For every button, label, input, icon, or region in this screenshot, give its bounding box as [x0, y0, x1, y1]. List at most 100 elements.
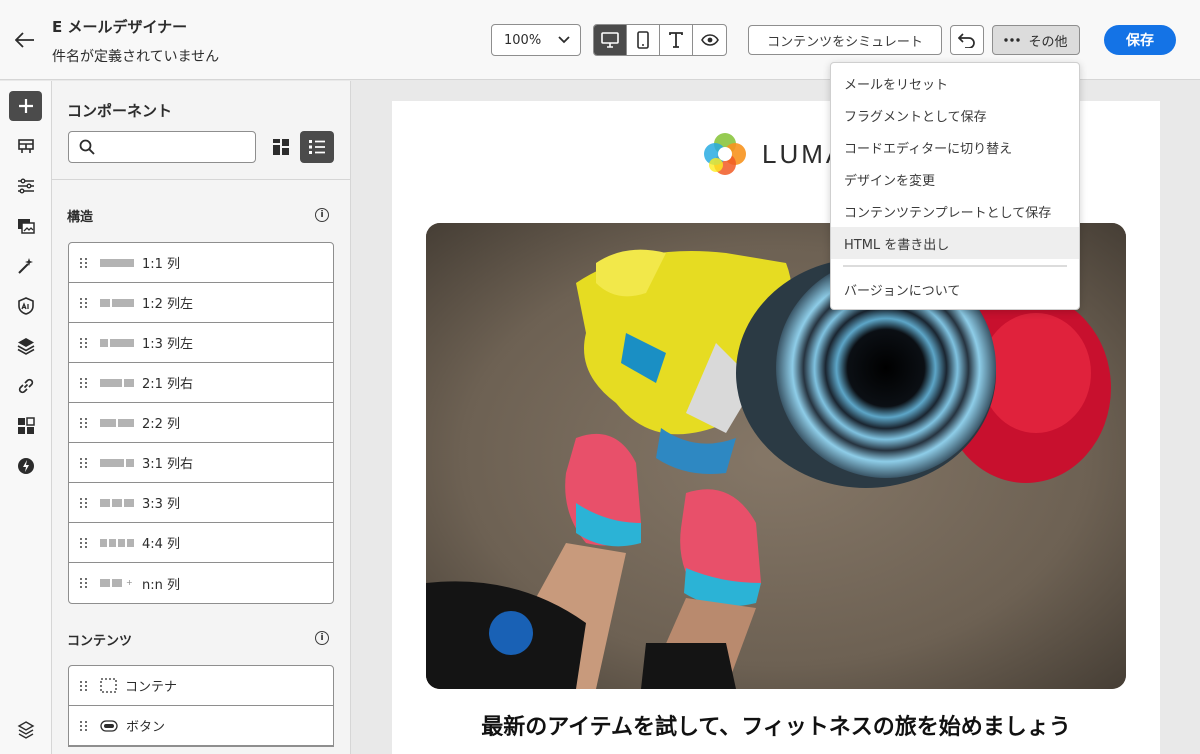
structure-list: 1:1 列 1:2 列左 1:3 列左 2:1 列右 2:2 列 3:1 列右: [68, 242, 334, 604]
structure-item[interactable]: 1:2 列左: [69, 283, 333, 323]
settings-icon: [17, 178, 34, 194]
undo-button[interactable]: [950, 25, 984, 55]
content-info-icon[interactable]: i: [315, 631, 329, 645]
menu-item-switch-code-editor[interactable]: コードエディターに切り替え: [831, 131, 1079, 163]
rail-fragments[interactable]: [9, 411, 42, 441]
text-view-button[interactable]: [660, 25, 693, 55]
view-mode-switcher: [593, 24, 727, 56]
list-view-button[interactable]: [300, 131, 334, 163]
column-layout-icon: [100, 258, 134, 267]
drag-handle-icon: [80, 578, 88, 588]
menu-item-save-as-fragment[interactable]: フラグメントとして保存: [831, 99, 1079, 131]
drag-handle-icon: [80, 257, 88, 268]
undo-icon: [958, 33, 975, 48]
search-input[interactable]: [101, 139, 251, 155]
desktop-view-button[interactable]: [594, 25, 627, 55]
column-layout-icon: [100, 298, 134, 307]
more-options-menu: メールをリセット フラグメントとして保存 コードエディターに切り替え デザインを…: [830, 62, 1080, 310]
content-item[interactable]: コンテナ: [69, 666, 333, 706]
menu-divider: [843, 265, 1067, 267]
ai-sparkle-icon: [17, 258, 33, 274]
lightning-icon: [17, 458, 34, 474]
grid-view-icon: [273, 139, 289, 155]
back-button[interactable]: [12, 28, 38, 52]
drag-handle-icon: [80, 720, 88, 731]
chevron-down-icon: [558, 36, 570, 44]
column-layout-icon: [100, 378, 134, 387]
content-list: コンテナ ボタン: [68, 665, 334, 747]
structure-item[interactable]: 2:1 列右: [69, 363, 333, 403]
content-item[interactable]: ボタン: [69, 706, 333, 746]
structure-icon: [17, 139, 34, 153]
structure-item[interactable]: 4:4 列: [69, 523, 333, 563]
more-dots-icon: [1004, 38, 1021, 42]
rail-settings[interactable]: [9, 171, 42, 201]
page-title: E メールデザイナー: [52, 18, 188, 36]
list-view-icon: [309, 140, 325, 154]
button-component-icon: [100, 719, 118, 732]
simulate-content-button[interactable]: コンテンツをシミュレート: [748, 25, 942, 55]
menu-item-reset-email[interactable]: メールをリセット: [831, 67, 1079, 99]
structure-info-icon[interactable]: i: [315, 208, 329, 222]
column-layout-icon: +: [100, 579, 134, 587]
search-icon: [79, 139, 95, 155]
rail-personalization[interactable]: [9, 291, 42, 321]
drag-handle-icon: [80, 417, 88, 428]
layers-stack-icon: [17, 721, 34, 739]
column-layout-icon: [100, 498, 134, 507]
link-icon: [18, 378, 33, 394]
menu-item-export-html[interactable]: HTML を書き出し: [831, 227, 1079, 259]
menu-item-about-version[interactable]: バージョンについて: [831, 273, 1079, 305]
drag-handle-icon: [80, 537, 88, 548]
desktop-icon: [601, 32, 619, 48]
structure-item[interactable]: 1:1 列: [69, 243, 333, 283]
drag-handle-icon: [80, 497, 88, 508]
structure-item[interactable]: 3:1 列右: [69, 443, 333, 483]
content-section-title: コンテンツ: [67, 634, 133, 649]
grid-view-button[interactable]: [266, 132, 296, 162]
rail-actions[interactable]: [9, 451, 42, 481]
components-panel: コンポーネント 構造 i 1:1 列 1:2 列左 1:3 列左 2:1 列右 …: [52, 81, 351, 754]
column-layout-icon: [100, 538, 134, 547]
left-rail: [0, 81, 52, 754]
rail-ai-assistant[interactable]: [9, 251, 42, 281]
more-label: その他: [1028, 34, 1068, 50]
drag-handle-icon: [80, 297, 88, 308]
container-icon: [100, 678, 117, 693]
rail-layers-bottom[interactable]: [9, 715, 42, 745]
eye-icon: [700, 34, 719, 46]
structure-section-title: 構造: [67, 210, 94, 225]
rail-structure[interactable]: [9, 131, 42, 161]
arrow-left-icon: [15, 32, 34, 48]
preview-button[interactable]: [693, 25, 726, 55]
panel-header: コンポーネント: [52, 81, 350, 180]
structure-item[interactable]: + n:n 列: [69, 563, 333, 603]
structure-item[interactable]: 1:3 列左: [69, 323, 333, 363]
column-layout-icon: [100, 338, 134, 347]
zoom-select[interactable]: 100%: [491, 24, 581, 56]
drag-handle-icon: [80, 337, 88, 348]
email-headline: 最新のアイテムを試して、フィットネスの旅を始めましょう: [481, 715, 1071, 740]
mobile-view-button[interactable]: [627, 25, 660, 55]
column-layout-icon: [100, 458, 134, 467]
personalize-icon: [17, 297, 34, 315]
rail-assets[interactable]: [9, 211, 42, 241]
assets-icon: [17, 219, 35, 234]
rail-links[interactable]: [9, 371, 42, 401]
page-subtitle: 件名が定義されていません: [52, 49, 220, 65]
save-button[interactable]: 保存: [1104, 25, 1176, 55]
search-field[interactable]: [68, 131, 256, 163]
add-icon: [18, 99, 33, 113]
more-button[interactable]: その他: [992, 25, 1080, 55]
fragments-icon: [17, 417, 35, 434]
zoom-value: 100%: [504, 32, 542, 48]
menu-item-save-as-template[interactable]: コンテンツテンプレートとして保存: [831, 195, 1079, 227]
drag-handle-icon: [80, 377, 88, 388]
menu-item-change-design[interactable]: デザインを変更: [831, 163, 1079, 195]
rail-components[interactable]: [9, 91, 42, 121]
drag-handle-icon: [80, 680, 88, 691]
panel-title: コンポーネント: [67, 102, 173, 120]
structure-item[interactable]: 2:2 列: [69, 403, 333, 443]
structure-item[interactable]: 3:3 列: [69, 483, 333, 523]
rail-layers[interactable]: [9, 331, 42, 361]
